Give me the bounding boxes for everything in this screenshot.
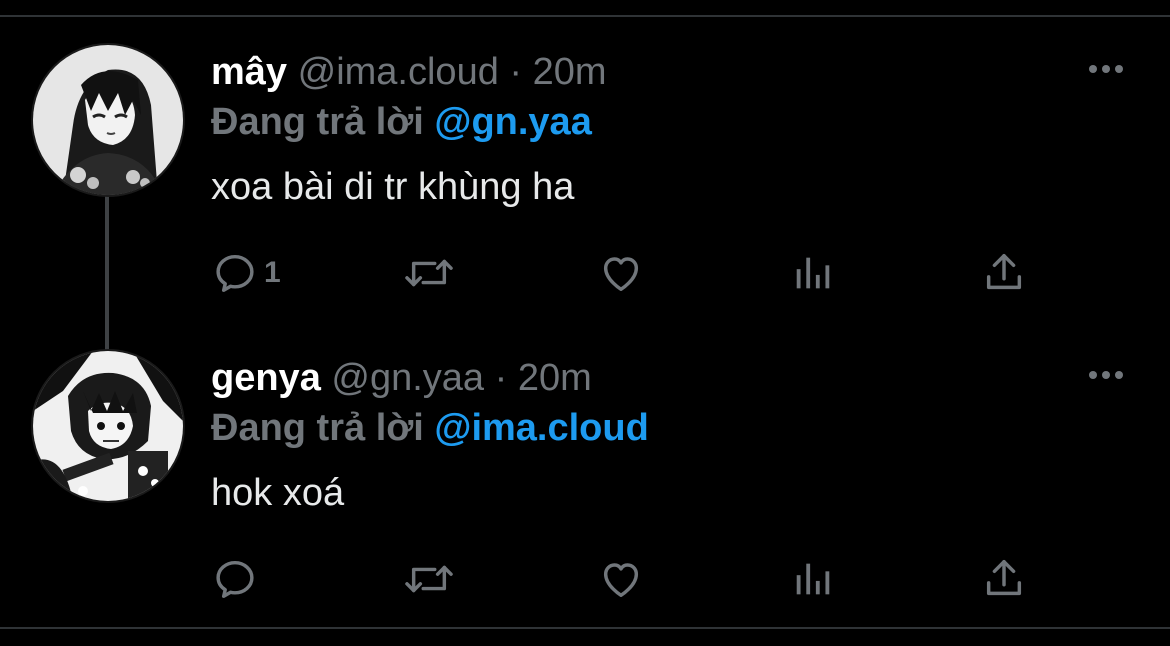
anime-avatar-icon — [33, 351, 183, 501]
reply-context: Đang trả lời @ima.cloud — [211, 406, 649, 450]
tweet[interactable]: genya @gn.yaa · 20m Đang trả lời @ima.cl… — [0, 346, 1170, 646]
tweet-header: mây @ima.cloud · 20m — [211, 50, 607, 94]
retweet-icon — [405, 565, 453, 593]
more-icon-dot — [1115, 65, 1123, 73]
share-button[interactable] — [980, 551, 1028, 607]
avatar[interactable] — [31, 349, 185, 503]
share-button[interactable] — [980, 245, 1028, 301]
tweet-actions: 1 — [0, 245, 1170, 305]
views-button[interactable] — [790, 551, 836, 607]
reply-prefix: Đang trả lời — [211, 101, 424, 143]
avatar[interactable] — [31, 43, 185, 197]
reply-target-link[interactable]: @ima.cloud — [434, 407, 648, 449]
reply-icon — [216, 254, 254, 292]
heart-icon — [603, 257, 639, 292]
separator-dot: · — [494, 357, 508, 399]
display-name[interactable]: mây — [211, 51, 287, 93]
anime-avatar-icon — [33, 45, 183, 195]
views-icon — [796, 563, 830, 595]
tweet-text: hok xoá — [211, 472, 345, 514]
heart-icon — [603, 563, 639, 598]
retweet-icon — [405, 259, 453, 287]
timestamp[interactable]: 20m — [518, 357, 592, 399]
share-icon — [986, 560, 1022, 596]
more-icon-dot — [1102, 371, 1110, 379]
tweet[interactable]: mây @ima.cloud · 20m Đang trả lời @gn.ya… — [0, 40, 1170, 340]
more-icon — [1089, 371, 1097, 379]
handle[interactable]: @gn.yaa — [331, 357, 484, 399]
more-icon-dot — [1102, 65, 1110, 73]
reply-context: Đang trả lời @gn.yaa — [211, 100, 592, 144]
retweet-button[interactable] — [401, 245, 457, 301]
separator-dot: · — [509, 51, 523, 93]
tweet-actions — [0, 551, 1170, 611]
more-button[interactable] — [1084, 54, 1128, 84]
bottom-divider — [0, 627, 1170, 629]
handle[interactable]: @ima.cloud — [298, 51, 499, 93]
like-button[interactable] — [597, 245, 645, 301]
views-button[interactable] — [790, 245, 836, 301]
more-button[interactable] — [1084, 360, 1128, 390]
reply-button[interactable]: 1 — [212, 245, 281, 301]
more-icon — [1089, 65, 1097, 73]
reply-prefix: Đang trả lời — [211, 407, 424, 449]
views-icon — [796, 257, 830, 289]
reply-button[interactable] — [212, 551, 264, 607]
tweet-text: xoa bài di tr khùng ha — [211, 166, 575, 208]
tweet-header: genya @gn.yaa · 20m — [211, 356, 592, 400]
reply-count: 1 — [264, 256, 281, 289]
timestamp[interactable]: 20m — [533, 51, 607, 93]
retweet-button[interactable] — [401, 551, 457, 607]
top-divider — [0, 15, 1170, 17]
share-icon — [986, 254, 1022, 290]
reply-icon — [216, 560, 254, 598]
reply-target-link[interactable]: @gn.yaa — [434, 101, 591, 143]
like-button[interactable] — [597, 551, 645, 607]
display-name[interactable]: genya — [211, 357, 321, 399]
more-icon-dot — [1115, 371, 1123, 379]
